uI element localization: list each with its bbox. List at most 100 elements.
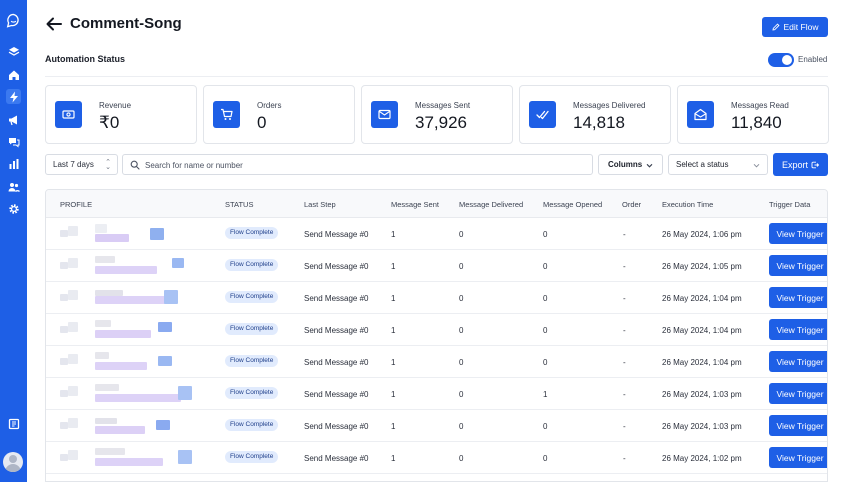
profile-cell[interactable] bbox=[46, 282, 216, 314]
search-box[interactable] bbox=[122, 154, 593, 175]
message-delivered-cell: 0 bbox=[459, 454, 464, 463]
view-trigger-button[interactable]: View Trigger bbox=[769, 319, 827, 340]
message-sent-cell: 1 bbox=[391, 262, 396, 271]
message-sent-cell: 1 bbox=[391, 230, 396, 239]
redacted-profile-block bbox=[95, 426, 145, 434]
message-delivered-cell: 0 bbox=[459, 390, 464, 399]
execution-time-cell: 26 May 2024, 1:05 pm bbox=[662, 262, 742, 271]
profile-cell[interactable] bbox=[46, 250, 216, 282]
double-check-icon bbox=[529, 101, 556, 128]
table-row: Flow Complete Send Message #0 1 0 1 - 26 May 2… bbox=[46, 378, 827, 410]
redacted-profile-block bbox=[68, 258, 78, 268]
view-trigger-button[interactable]: View Trigger bbox=[769, 415, 827, 436]
status-badge: Flow Complete bbox=[225, 323, 279, 335]
divider bbox=[45, 76, 828, 77]
stat-label: Revenue bbox=[99, 101, 132, 110]
view-trigger-button[interactable]: View Trigger bbox=[769, 287, 827, 308]
col-status: STATUS bbox=[225, 200, 254, 209]
redacted-profile-block bbox=[60, 230, 68, 237]
columns-button[interactable]: Columns bbox=[598, 154, 663, 175]
profile-cell[interactable] bbox=[46, 218, 216, 250]
message-opened-cell: 0 bbox=[543, 326, 548, 335]
execution-time-cell: 26 May 2024, 1:04 pm bbox=[662, 326, 742, 335]
view-trigger-button[interactable]: View Trigger bbox=[769, 255, 827, 276]
redacted-profile-block bbox=[150, 228, 164, 240]
col-execution-time: Execution Time bbox=[662, 200, 714, 209]
view-trigger-button[interactable]: View Trigger bbox=[769, 383, 827, 404]
execution-time-cell: 26 May 2024, 1:04 pm bbox=[662, 358, 742, 367]
view-trigger-button[interactable]: View Trigger bbox=[769, 351, 827, 372]
last-step-cell: Send Message #0 bbox=[304, 390, 369, 399]
message-delivered-cell: 0 bbox=[459, 422, 464, 431]
view-trigger-button[interactable]: View Trigger bbox=[769, 223, 827, 244]
search-icon bbox=[130, 160, 140, 170]
bolt-icon[interactable] bbox=[6, 89, 21, 104]
redacted-profile-block bbox=[95, 448, 125, 455]
profile-cell[interactable] bbox=[46, 314, 216, 346]
date-range-select[interactable]: Last 7 days ⌃ ⌄ bbox=[45, 154, 118, 175]
gear-icon[interactable] bbox=[6, 201, 21, 216]
redacted-profile-block bbox=[60, 390, 68, 397]
bar-chart-icon[interactable] bbox=[6, 156, 21, 171]
mail-icon bbox=[371, 101, 398, 128]
stat-label: Messages Sent bbox=[415, 101, 471, 110]
col-message-delivered: Message Delivered bbox=[459, 200, 524, 209]
profile-cell[interactable] bbox=[46, 346, 216, 378]
redacted-profile-block bbox=[95, 352, 109, 359]
back-arrow-icon[interactable] bbox=[45, 15, 63, 33]
home-icon[interactable] bbox=[6, 67, 21, 82]
chevron-down-icon bbox=[646, 163, 653, 168]
last-step-cell: Send Message #0 bbox=[304, 454, 369, 463]
message-opened-cell: 0 bbox=[543, 230, 548, 239]
toggle-label: Enabled bbox=[798, 55, 828, 64]
redacted-profile-block bbox=[95, 234, 129, 242]
profile-cell[interactable] bbox=[46, 410, 216, 442]
date-range-value: Last 7 days bbox=[53, 160, 94, 169]
edit-flow-button[interactable]: Edit Flow bbox=[762, 17, 828, 37]
order-cell: - bbox=[623, 390, 626, 399]
avatar[interactable] bbox=[3, 452, 23, 472]
search-input[interactable] bbox=[145, 158, 585, 172]
profile-cell[interactable] bbox=[46, 378, 216, 410]
col-order: Order bbox=[622, 200, 642, 209]
profile-cell[interactable] bbox=[46, 442, 216, 474]
col-profile: PROFILE bbox=[60, 200, 93, 209]
cash-icon bbox=[55, 101, 82, 128]
status-select[interactable]: Select a status bbox=[668, 154, 768, 175]
status-badge: Flow Complete bbox=[225, 451, 279, 463]
redacted-profile-block bbox=[158, 322, 172, 332]
redacted-profile-block bbox=[156, 420, 170, 430]
last-step-cell: Send Message #0 bbox=[304, 294, 369, 303]
redacted-profile-block bbox=[60, 262, 68, 269]
mail-open-icon bbox=[687, 101, 714, 128]
order-cell: - bbox=[623, 294, 626, 303]
chat-icon[interactable] bbox=[6, 134, 21, 149]
enabled-toggle[interactable] bbox=[768, 53, 794, 67]
chat-bubble-icon[interactable] bbox=[5, 12, 21, 30]
redacted-profile-block bbox=[95, 362, 147, 370]
book-icon[interactable] bbox=[6, 416, 21, 431]
view-trigger-button[interactable]: View Trigger bbox=[769, 447, 827, 468]
redacted-profile-block bbox=[68, 354, 78, 364]
redacted-profile-block bbox=[60, 454, 68, 461]
layers-icon[interactable] bbox=[6, 44, 21, 59]
redacted-profile-block bbox=[68, 418, 78, 428]
stat-label: Messages Read bbox=[731, 101, 789, 110]
stat-label: Orders bbox=[257, 101, 282, 110]
redacted-profile-block bbox=[164, 290, 178, 304]
export-button[interactable]: Export bbox=[773, 153, 828, 176]
redacted-profile-block bbox=[68, 450, 78, 460]
cart-icon bbox=[213, 101, 240, 128]
users-icon[interactable] bbox=[6, 179, 21, 194]
executions-table: PROFILE STATUS Last Step Message Sent Me… bbox=[45, 189, 828, 482]
execution-time-cell: 26 May 2024, 1:03 pm bbox=[662, 422, 742, 431]
redacted-profile-block bbox=[95, 384, 119, 391]
megaphone-icon[interactable] bbox=[6, 112, 21, 127]
redacted-profile-block bbox=[95, 266, 157, 274]
order-cell: - bbox=[623, 262, 626, 271]
redacted-profile-block bbox=[60, 422, 68, 429]
message-opened-cell: 0 bbox=[543, 422, 548, 431]
main-content: Comment-Song Edit Flow Automation Status… bbox=[27, 0, 846, 482]
table-row: Flow Complete Send Message #0 1 0 0 - 26 May 2… bbox=[46, 282, 827, 314]
order-cell: - bbox=[623, 454, 626, 463]
